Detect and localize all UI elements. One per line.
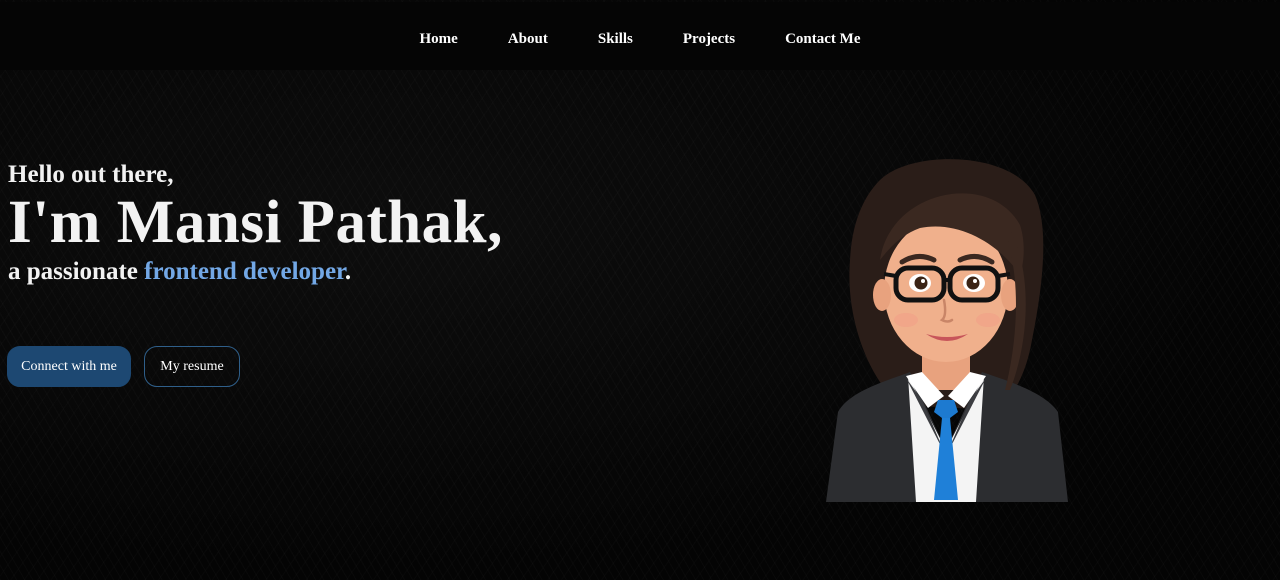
woman-developer-avatar-icon	[810, 150, 1080, 502]
navbar: Home About Skills Projects Contact Me	[0, 2, 1280, 70]
connect-button[interactable]: Connect with me	[7, 346, 131, 387]
nav-list: Home About Skills Projects Contact Me	[0, 30, 1280, 48]
tagline-accent: frontend developer	[144, 258, 345, 285]
nav-item-skills: Skills	[573, 30, 658, 48]
hero-text: Hello out there, I'm Mansi Pathak, a pas…	[8, 160, 503, 288]
nav-item-home: Home	[395, 30, 483, 48]
resume-button[interactable]: My resume	[144, 346, 240, 387]
nav-link-contact[interactable]: Contact Me	[785, 31, 860, 47]
nav-item-contact: Contact Me	[760, 30, 885, 48]
tagline-suffix: .	[344, 258, 352, 285]
nav-link-home[interactable]: Home	[420, 31, 458, 47]
hero-tagline: a passionate frontend developer.	[8, 256, 503, 288]
nav-item-projects: Projects	[658, 30, 760, 48]
hero-name: I'm Mansi Pathak,	[8, 189, 503, 256]
tagline-prefix: a passionate	[8, 258, 145, 285]
hero-greeting: Hello out there,	[8, 161, 174, 188]
nav-link-about[interactable]: About	[508, 31, 548, 47]
background-texture	[0, 0, 1280, 580]
nav-link-skills[interactable]: Skills	[598, 31, 633, 47]
nav-item-about: About	[483, 30, 573, 48]
hero-buttons: Connect with me My resume	[7, 346, 240, 387]
nav-link-projects[interactable]: Projects	[683, 31, 735, 47]
